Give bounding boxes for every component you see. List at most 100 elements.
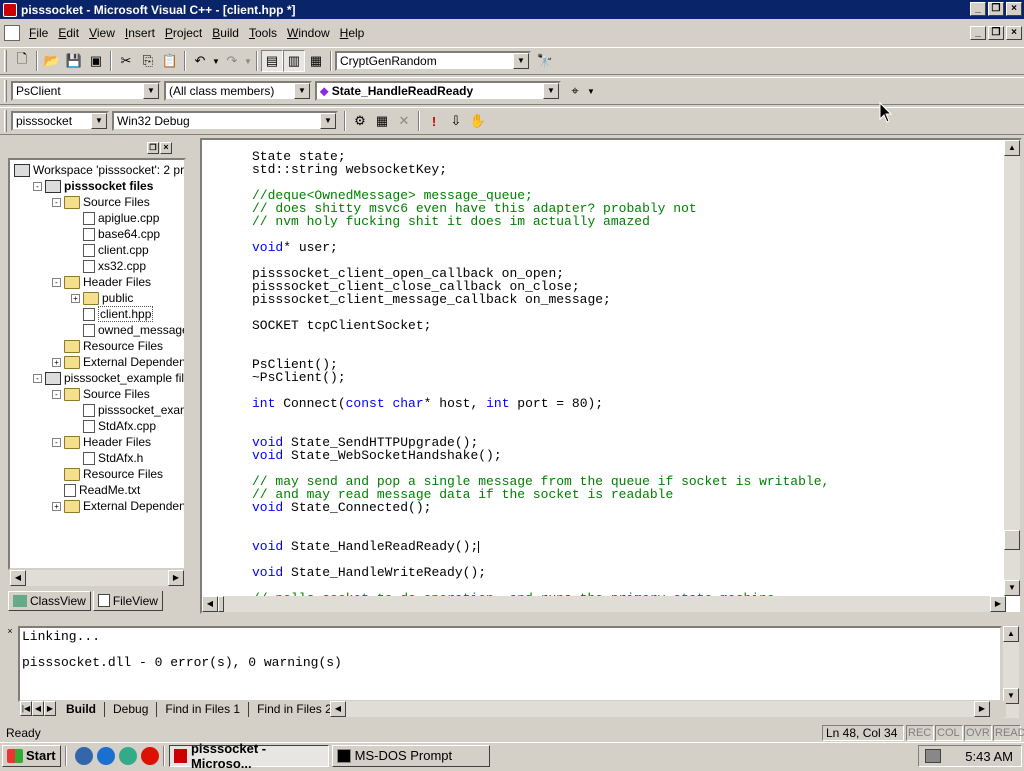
project-combo[interactable]: pisssocket ▼ — [11, 111, 109, 131]
tree-item[interactable]: xs32.cpp — [71, 258, 146, 274]
open-folder-icon[interactable]: 📂 — [41, 50, 63, 72]
opera-icon[interactable] — [140, 746, 159, 765]
tree-item[interactable]: + External Dependencies — [52, 498, 184, 514]
chevron-down-icon[interactable]: ▼ — [294, 83, 310, 99]
collapse-icon[interactable]: - — [52, 197, 61, 207]
go-icon[interactable]: ⇩ — [445, 110, 467, 132]
tree-item[interactable]: StdAfx.h — [71, 450, 143, 466]
code-line[interactable]: void State_HandleReadReady(); — [252, 540, 829, 553]
cut-icon[interactable]: ✂ — [115, 50, 137, 72]
collapse-icon[interactable]: - — [52, 277, 61, 287]
editor-vscrollbar[interactable]: ▲ ▼ — [1004, 140, 1020, 596]
wizard-action-dropdown-icon[interactable]: ▼ — [586, 80, 596, 102]
copy-icon[interactable]: ⎘ — [137, 50, 159, 72]
tree-item[interactable]: Resource Files — [52, 338, 163, 354]
expand-icon[interactable]: + — [71, 293, 80, 303]
paste-icon[interactable]: 📋 — [159, 50, 181, 72]
menu-project[interactable]: Project — [160, 26, 207, 40]
redo-dropdown-icon[interactable]: ▼ — [243, 50, 253, 72]
scroll-thumb[interactable] — [1004, 530, 1020, 550]
tree-item[interactable]: - pisssocket_example files — [33, 370, 184, 386]
tree-item[interactable]: - Source Files — [52, 194, 150, 210]
tree-item[interactable]: - Source Files — [52, 386, 150, 402]
tree-item[interactable]: + public — [71, 290, 133, 306]
tree-item[interactable]: ReadMe.txt — [52, 482, 140, 498]
tree-item[interactable]: Workspace 'pisssocket': 2 proje — [14, 162, 184, 178]
menu-view[interactable]: View — [84, 26, 120, 40]
expand-icon[interactable]: + — [52, 357, 61, 367]
workspace-restore-button[interactable]: ❐ — [147, 142, 159, 154]
minimize-button[interactable]: _ — [970, 2, 986, 16]
output-tab-find-in-files-2[interactable]: Find in Files 2 — [249, 701, 341, 717]
scroll-up-icon[interactable]: ▲ — [1003, 626, 1019, 642]
new-file-icon[interactable]: 🗋 — [11, 50, 33, 72]
code-line[interactable]: int Connect(const char* host, int port =… — [252, 397, 829, 410]
tree-item[interactable]: client.cpp — [71, 242, 149, 258]
network-icon[interactable] — [925, 749, 941, 763]
code-line[interactable] — [252, 332, 829, 345]
output-text[interactable]: Linking... pisssocket.dll - 0 error(s), 0… — [18, 626, 1002, 702]
collapse-icon[interactable]: - — [33, 181, 42, 191]
tree-item[interactable]: client.hpp — [71, 306, 154, 322]
scroll-right-icon[interactable]: ▶ — [974, 701, 990, 717]
workspace-hscrollbar[interactable]: ◀ ▶ — [10, 570, 184, 586]
workspace-close-button[interactable]: × — [160, 142, 172, 154]
code-editor[interactable]: State state; std::string websocketKey;//d… — [200, 138, 1022, 614]
build-icon[interactable]: ▦ — [371, 110, 393, 132]
code-line[interactable] — [252, 228, 829, 241]
scroll-left-icon[interactable]: ◀ — [330, 701, 346, 717]
menu-build[interactable]: Build — [207, 26, 244, 40]
code-line[interactable] — [252, 345, 829, 358]
tab-scroll-first-icon[interactable]: |◀ — [20, 701, 32, 716]
start-button[interactable]: Start — [2, 744, 61, 767]
scroll-up-icon[interactable]: ▲ — [1004, 140, 1020, 156]
tree-item[interactable]: apiglue.cpp — [71, 210, 159, 226]
menu-insert[interactable]: Insert — [120, 26, 160, 40]
undo-icon[interactable]: ↶ — [189, 50, 211, 72]
menu-window[interactable]: Window — [282, 26, 335, 40]
output-tab-find-in-files-1[interactable]: Find in Files 1 — [157, 701, 250, 717]
code-line[interactable]: void State_HandleWriteReady(); — [252, 566, 829, 579]
code-line[interactable]: void State_WebSocketHandshake(); — [252, 449, 829, 462]
scroll-right-icon[interactable]: ▶ — [168, 570, 184, 586]
menu-edit[interactable]: Edit — [53, 26, 84, 40]
stop-build-icon[interactable]: ✕ — [393, 110, 415, 132]
tree-item[interactable]: pisssocket_exampl — [71, 402, 184, 418]
menu-tools[interactable]: Tools — [244, 26, 282, 40]
wizard-action-icon[interactable]: ⌖ — [564, 80, 586, 102]
function-combo[interactable]: ⬥ State_HandleReadReady ▼ — [315, 81, 561, 101]
breakpoint-hand-icon[interactable]: ✋ — [467, 110, 489, 132]
code-line[interactable] — [252, 410, 829, 423]
execute-icon[interactable]: ! — [423, 110, 445, 132]
save-icon[interactable]: 💾 — [63, 50, 85, 72]
task-msdos[interactable]: MS-DOS Prompt — [331, 744, 490, 767]
code-line[interactable]: pisssocket_client_message_callback on_me… — [252, 293, 829, 306]
task-vcpp[interactable]: pisssocket - Microso... — [168, 741, 329, 771]
menu-file[interactable]: File — [24, 26, 53, 40]
tree-item[interactable]: + External Dependencies — [52, 354, 184, 370]
chevron-down-icon[interactable]: ▼ — [143, 83, 159, 99]
save-all-icon[interactable]: ▣ — [85, 50, 107, 72]
tree-item[interactable]: StdAfx.cpp — [71, 418, 156, 434]
scroll-left-icon[interactable]: ◀ — [202, 596, 218, 612]
redo-icon[interactable]: ↷ — [221, 50, 243, 72]
chevron-down-icon[interactable]: ▼ — [91, 113, 107, 129]
config-combo[interactable]: Win32 Debug ▼ — [112, 111, 338, 131]
output-tab-debug[interactable]: Debug — [105, 701, 158, 717]
output-close-icon[interactable]: × — [4, 626, 16, 638]
tree-item[interactable]: base64.cpp — [71, 226, 160, 242]
menu-help[interactable]: Help — [335, 26, 370, 40]
code-line[interactable]: SOCKET tcpClientSocket; — [252, 319, 829, 332]
tree-item[interactable]: Resource Files — [52, 466, 163, 482]
tree-item[interactable]: - pisssocket files — [33, 178, 153, 194]
tab-classview[interactable]: ClassView — [8, 591, 91, 611]
restore-button[interactable]: ❐ — [988, 2, 1004, 16]
hscroll-thumb[interactable] — [218, 596, 224, 612]
document-icon[interactable] — [4, 25, 20, 41]
chevron-down-icon[interactable]: ▼ — [543, 83, 559, 99]
collapse-icon[interactable]: - — [52, 389, 61, 399]
code-line[interactable] — [252, 514, 829, 527]
close-button[interactable]: × — [1006, 2, 1022, 16]
code-line[interactable]: void* user; — [252, 241, 829, 254]
members-combo[interactable]: (All class members) ▼ — [164, 81, 312, 101]
